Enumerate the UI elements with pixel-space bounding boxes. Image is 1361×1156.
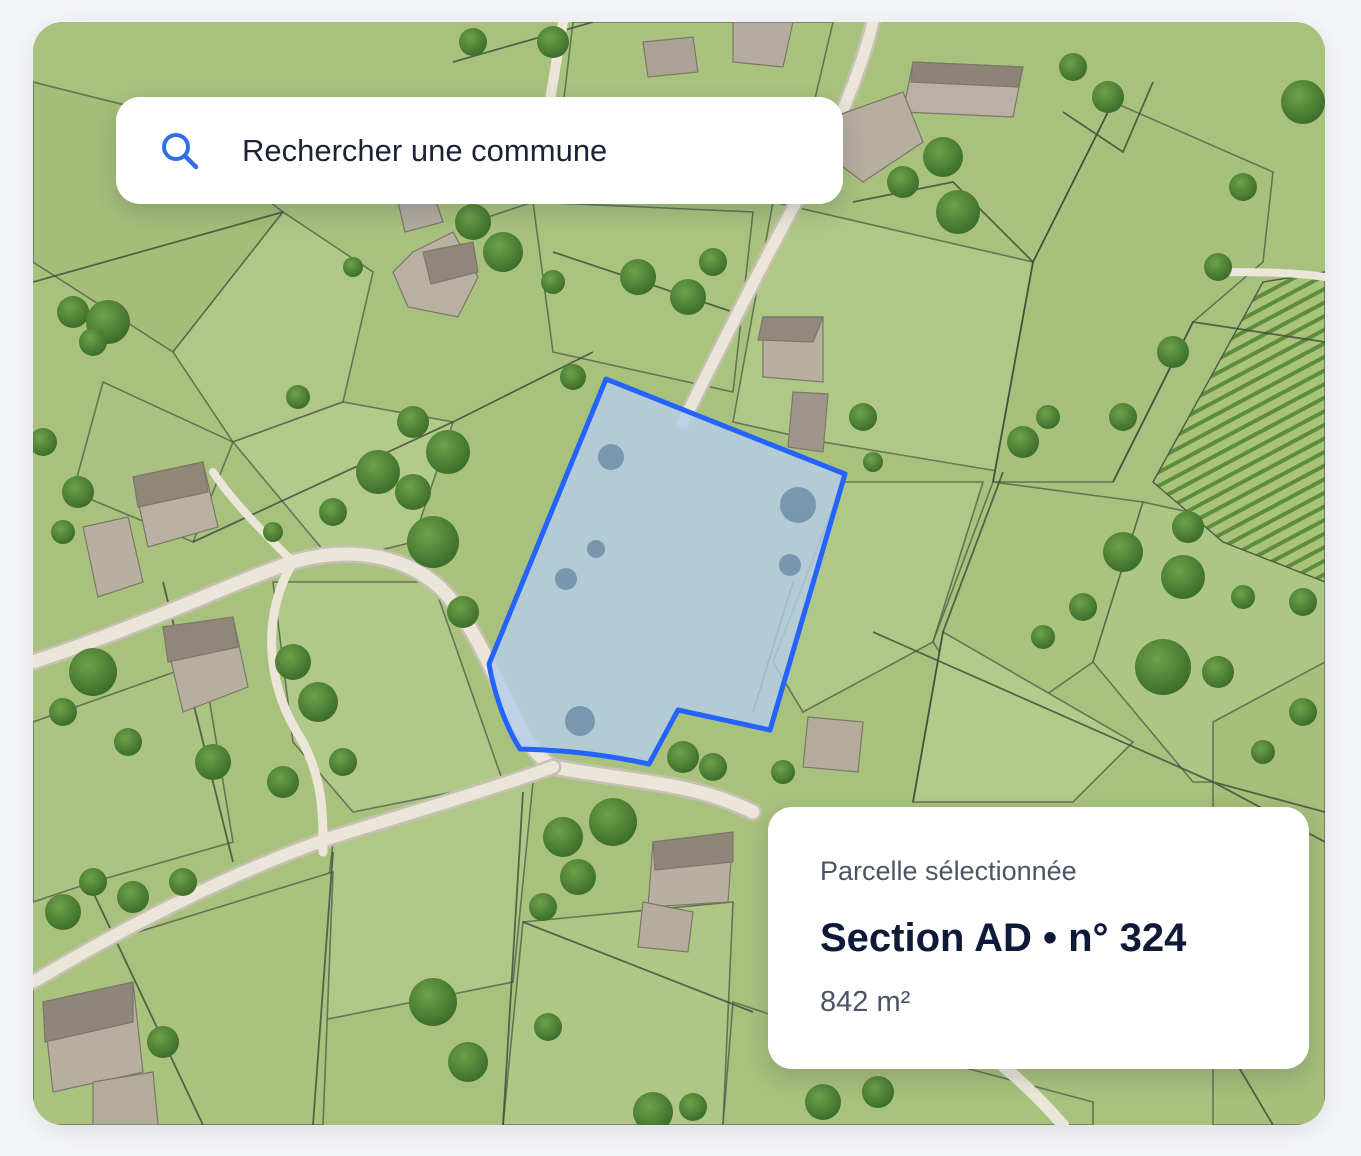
map-card: Rechercher une commune Parcelle sélectio…	[33, 22, 1325, 1125]
search-input[interactable]: Rechercher une commune	[242, 133, 607, 169]
parcel-info-area: 842 m²	[820, 986, 911, 1018]
parcel-info-label: Parcelle sélectionnée	[820, 856, 1077, 886]
search-bar[interactable]: Rechercher une commune	[116, 97, 843, 204]
parcel-info-title: Section AD • n° 324	[820, 916, 1187, 960]
parcel-info-panel: Parcelle sélectionnée Section AD • n° 32…	[768, 807, 1309, 1069]
search-icon[interactable]	[158, 129, 202, 173]
